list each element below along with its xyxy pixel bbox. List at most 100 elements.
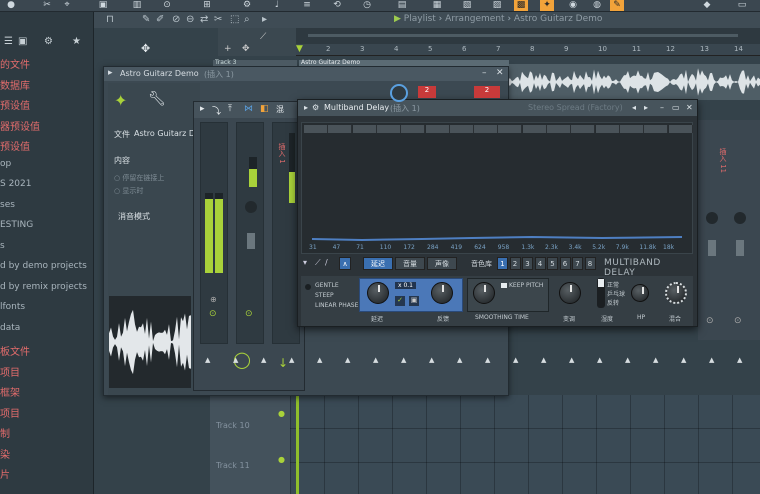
peak-tool-icon[interactable]: ∧ (339, 257, 351, 270)
preset-slot[interactable]: 4 (534, 257, 546, 270)
pan-knob[interactable] (734, 212, 746, 224)
delete-icon[interactable]: ⊘ (172, 14, 180, 25)
pin-icon[interactable]: ⌖ (60, 0, 74, 11)
mode-switch[interactable] (597, 278, 605, 308)
browser-item[interactable]: ses (0, 200, 94, 210)
send-arrow-icon[interactable]: ▲ (541, 356, 546, 364)
timeline-ruler[interactable]: ▼ 2 3 4 5 6 7 8 9 10 11 12 13 14 (296, 44, 760, 56)
bowtie-icon[interactable]: ⋈ (244, 104, 253, 114)
pan-knob[interactable] (245, 201, 257, 213)
plugin-icon[interactable]: ⚙ (240, 0, 254, 11)
send-arrow-icon[interactable]: ▲ (709, 356, 714, 364)
delay-gear-icon[interactable]: ⚙ (312, 103, 319, 112)
highlight-icon[interactable]: ✎ (610, 0, 624, 11)
option-radio[interactable]: ○ 显示时 (114, 186, 143, 196)
minimize-icon[interactable]: – (660, 103, 664, 112)
send-arrow-icon[interactable]: ▲ (429, 356, 434, 364)
track-led-icon[interactable]: ● (278, 409, 285, 418)
maximize-icon[interactable]: ▭ (672, 103, 680, 112)
sync-check-icon[interactable]: ✓ (395, 296, 405, 306)
minimize-icon[interactable]: – (482, 68, 487, 78)
mixer-arrow-icon[interactable]: ▸ (200, 104, 205, 114)
file-value[interactable]: Astro Guitarz De (134, 129, 200, 138)
route-icon[interactable]: ⊙ (734, 316, 742, 326)
slope-linear-phase[interactable]: LINEAR PHASE (315, 302, 358, 309)
playlist-grid[interactable] (290, 395, 760, 494)
track-3-header[interactable]: Track 3 (213, 59, 297, 66)
time-readout[interactable]: x 0.1 (395, 282, 416, 289)
hp-knob[interactable] (631, 284, 649, 302)
draw-icon[interactable]: ✎ (142, 14, 150, 25)
browser-item[interactable]: 项目 (0, 364, 94, 379)
tab-pan[interactable]: 声像 (427, 257, 457, 270)
pan-knob[interactable] (706, 212, 718, 224)
tab-volume[interactable]: 音量 (395, 257, 425, 270)
snap-icon[interactable]: ⊞ (200, 0, 214, 11)
mode-invert[interactable]: 反转 (607, 298, 619, 307)
zoom-icon[interactable]: ⌕ (244, 14, 250, 25)
touch-icon[interactable]: ◍ (590, 0, 604, 11)
send-arrow-icon[interactable]: ▲ (737, 356, 742, 364)
mixer-insert1-strip[interactable]: 插入 1 (272, 122, 300, 344)
mixer-master-strip[interactable]: ⊕ ⊙ (200, 122, 228, 344)
send-arrow-icon[interactable]: ▲ (261, 356, 266, 364)
send-arrow-icon[interactable]: ▲ (373, 356, 378, 364)
delay-titlebar[interactable]: ▸ ⚙ Multiband Delay (插入 1) Stereo Spread… (298, 100, 697, 116)
browser-item[interactable]: 数据库 (0, 77, 94, 92)
channel-icon[interactable]: ▦ (430, 0, 444, 11)
pattern-icon[interactable]: ≡ (300, 0, 314, 11)
preset-slot[interactable]: 6 (559, 257, 571, 270)
track-led-icon[interactable]: ● (278, 455, 285, 464)
delay-preset-name[interactable]: Stereo Spread (Factory) (528, 103, 623, 112)
slope-gentle[interactable]: GENTLE (315, 282, 339, 289)
line-tool-icon[interactable]: ⟋ (315, 258, 321, 268)
magnet-icon[interactable]: ⊓ (106, 14, 114, 25)
browser-icon[interactable]: ▨ (490, 0, 504, 11)
send-arrow-icon[interactable]: ▲ (233, 356, 238, 364)
info-icon[interactable]: ◆ (700, 0, 714, 11)
send-arrow-icon[interactable]: ▲ (653, 356, 658, 364)
browser-item[interactable]: lfonts (0, 302, 94, 312)
route-led-icon[interactable]: ⊙ (245, 309, 253, 319)
volume-fader[interactable] (247, 233, 255, 249)
send-arrow-icon[interactable]: ▲ (569, 356, 574, 364)
snap-line-icon[interactable]: ⟋ (260, 32, 266, 42)
browser-item[interactable]: 制 (0, 425, 94, 440)
playback-icon[interactable]: ▸ (262, 14, 267, 25)
metronome-icon[interactable]: ◷ (360, 0, 374, 11)
wrapper-wrench-icon[interactable]: 🔧︎ (148, 91, 166, 107)
mute-icon[interactable]: ⊖ (186, 14, 194, 25)
volume-fader[interactable] (736, 240, 744, 256)
playlist-icon[interactable]: ▩ (514, 0, 528, 11)
track-name[interactable]: Track 11 (216, 461, 250, 470)
browser-item[interactable]: 项目 (0, 405, 94, 420)
tab-delay[interactable]: 延迟 (363, 257, 393, 270)
record-badge[interactable]: 2 (474, 86, 500, 98)
record-arm-icon[interactable]: ◉ (566, 0, 580, 11)
arrangement-name[interactable]: Arrangement (445, 14, 504, 24)
browser-star-icon[interactable]: ★ (72, 36, 81, 47)
smoothing-knob[interactable] (473, 282, 495, 304)
prev-preset-icon[interactable]: ◂ (632, 103, 636, 112)
send-arrow-icon[interactable]: ▲ (205, 356, 210, 364)
browser-item[interactable]: d by remix projects (0, 282, 94, 292)
send-arrow-icon[interactable]: ▲ (317, 356, 322, 364)
tempo-icon[interactable]: ♩ (270, 0, 284, 11)
browser-menu-icon[interactable]: ☰ (4, 36, 13, 47)
browser-settings-icon[interactable]: ⚙ (44, 36, 53, 47)
pitch-knob[interactable] (559, 282, 581, 304)
panel-icon[interactable]: ◧ (260, 104, 269, 114)
preset-slot[interactable]: 8 (584, 257, 596, 270)
browser-item[interactable]: S 2021 (0, 179, 94, 189)
select-icon[interactable]: ⬚ (230, 14, 239, 25)
delay-time-knob[interactable] (367, 282, 389, 304)
send-arrow-icon[interactable]: ▲ (289, 356, 294, 364)
browser-item[interactable]: 框架 (0, 384, 94, 399)
clip-header[interactable]: Astro Guitarz Demo (299, 59, 509, 66)
browser-item[interactable]: 预设值 (0, 138, 94, 153)
browser-item[interactable]: s (0, 241, 94, 251)
cpu-icon[interactable]: ▭ (735, 0, 749, 11)
mode-icon[interactable]: ▣ (409, 296, 419, 306)
upload-icon[interactable]: ⤒ (228, 104, 232, 114)
delay-band-display[interactable] (301, 122, 693, 254)
